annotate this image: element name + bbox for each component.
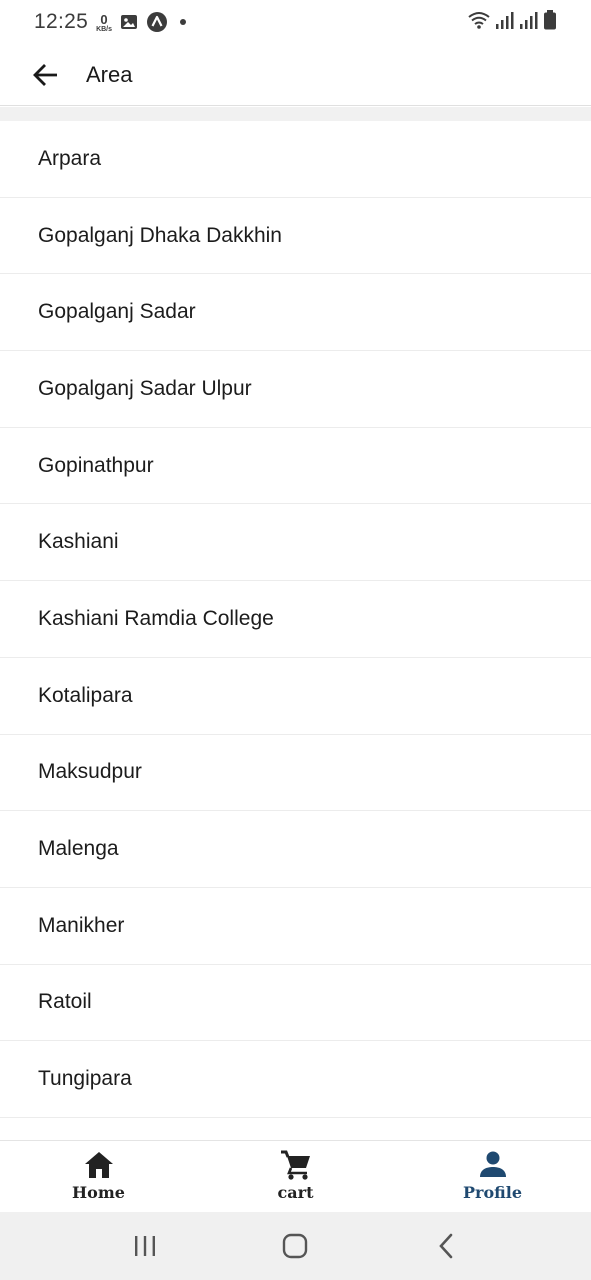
nav-item-profile[interactable]: Profile bbox=[394, 1141, 591, 1212]
net-speed-unit: KB/s bbox=[96, 26, 113, 33]
signal-icon bbox=[495, 10, 515, 35]
recents-icon bbox=[135, 1236, 156, 1256]
list-item-area[interactable]: Kotalipara bbox=[0, 657, 591, 735]
signal-icon-2 bbox=[519, 10, 539, 35]
list-item-area[interactable]: Manikher bbox=[0, 887, 591, 965]
net-speed: 0 KB/s bbox=[96, 13, 112, 33]
wifi-icon bbox=[467, 10, 491, 35]
app-notification-icon bbox=[146, 11, 168, 33]
nav-label-home: Home bbox=[72, 1183, 125, 1202]
recents-button[interactable] bbox=[115, 1221, 175, 1271]
list-item-area[interactable]: Kashiani Ramdia College bbox=[0, 581, 591, 658]
page-title: Area bbox=[86, 61, 133, 87]
back-chevron-icon bbox=[439, 1233, 453, 1259]
system-home-button[interactable] bbox=[265, 1221, 325, 1271]
gallery-icon bbox=[120, 13, 138, 31]
home-circle-icon bbox=[283, 1233, 308, 1259]
nav-item-cart[interactable]: cart bbox=[197, 1141, 394, 1212]
list-item-area[interactable]: Kashiani bbox=[0, 504, 591, 582]
list-item-area[interactable]: Gopalganj Dhaka Dakkhin bbox=[0, 197, 591, 275]
list-item-area[interactable]: Gopalganj Sadar Ulpur bbox=[0, 351, 591, 428]
nav-label-profile: Profile bbox=[462, 1183, 523, 1202]
cart-icon bbox=[280, 1150, 310, 1180]
system-navigation-bar bbox=[0, 1212, 591, 1280]
list-item-area[interactable]: Malenga bbox=[0, 811, 591, 888]
list-item-area[interactable]: Ratoil bbox=[0, 964, 591, 1042]
dot-icon bbox=[176, 15, 190, 29]
list-item-area[interactable]: Maksudpur bbox=[0, 734, 591, 812]
system-back-button[interactable] bbox=[416, 1221, 476, 1271]
area-list: Arpara Gopalganj Dhaka Dakkhin Gopalganj… bbox=[0, 121, 591, 1118]
list-item-area[interactable]: Gopalganj Sadar bbox=[0, 274, 591, 352]
nav-item-home[interactable]: Home bbox=[0, 1141, 197, 1212]
list-item-area[interactable]: Gopinathpur bbox=[0, 427, 591, 505]
status-right-icons bbox=[467, 9, 557, 35]
status-bar: 12:25 0 KB/s bbox=[0, 0, 591, 44]
nav-label-cart: cart bbox=[277, 1183, 314, 1202]
app-bar: Area bbox=[0, 44, 591, 106]
bottom-navigation: Home cart Profile bbox=[0, 1140, 591, 1212]
back-button[interactable] bbox=[16, 45, 76, 105]
arrow-left-icon bbox=[33, 63, 57, 86]
list-top-spacer bbox=[0, 107, 591, 121]
net-speed-value: 0 bbox=[100, 12, 108, 27]
home-icon bbox=[84, 1152, 113, 1178]
person-icon bbox=[479, 1151, 506, 1177]
list-item-area[interactable]: Tungipara bbox=[0, 1041, 591, 1118]
screen: 12:25 0 KB/s Area Arpara Gopalganj Dhaka… bbox=[0, 0, 591, 1280]
status-time: 12:25 bbox=[34, 10, 89, 33]
list-item-area[interactable]: Arpara bbox=[0, 121, 591, 198]
battery-icon bbox=[543, 9, 557, 35]
